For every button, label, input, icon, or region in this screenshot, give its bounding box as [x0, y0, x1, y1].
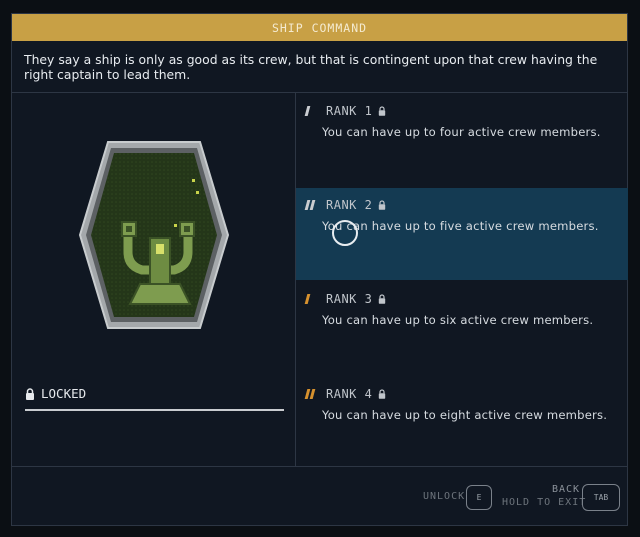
rank-row-3[interactable]: RANK 3 You can have up to six active cre… — [296, 282, 628, 374]
rank-label: RANK 3 — [326, 292, 373, 306]
rank-description: You can have up to six active crew membe… — [322, 313, 594, 327]
lock-icon — [379, 389, 386, 399]
rank-pips-4 — [304, 389, 320, 399]
rank-pips-3 — [304, 294, 320, 304]
skill-description: They say a ship is only as good as its c… — [24, 52, 598, 82]
lock-icon — [379, 106, 386, 116]
rank-label: RANK 4 — [326, 387, 373, 401]
lock-icon — [26, 387, 34, 400]
lock-icon — [379, 200, 386, 210]
lock-icon — [379, 294, 386, 304]
rank-row-1[interactable]: RANK 1 You can have up to four active cr… — [296, 94, 628, 186]
rank-description: You can have up to four active crew memb… — [322, 125, 601, 139]
locked-label: LOCKED — [41, 386, 87, 401]
skill-panel: SHIP COMMAND They say a ship is only as … — [11, 13, 628, 526]
exit-label: HOLD TO EXIT — [502, 497, 587, 508]
panel-title: SHIP COMMAND — [271, 20, 368, 35]
divider-top — [12, 92, 627, 93]
rank-pips-1 — [304, 106, 320, 116]
ship-command-badge — [78, 141, 230, 329]
rank-pips-2 — [304, 200, 320, 210]
locked-status: LOCKED — [25, 386, 86, 401]
cursor-reticle — [332, 220, 358, 246]
back-button[interactable]: TAB — [582, 484, 620, 511]
title-bar: SHIP COMMAND — [12, 14, 627, 41]
rank-row-4[interactable]: RANK 4 You can have up to eight active c… — [296, 377, 628, 469]
unlock-button[interactable]: E — [466, 485, 492, 510]
back-label: BACK — [552, 484, 581, 495]
unlock-label: UNLOCK — [423, 491, 466, 502]
unlock-key: E — [476, 493, 482, 502]
rank-label: RANK 2 — [326, 198, 373, 212]
rank-label: RANK 1 — [326, 104, 373, 118]
progress-line — [25, 409, 284, 411]
rank-description: You can have up to five active crew memb… — [322, 219, 599, 233]
rank-description: You can have up to eight active crew mem… — [322, 408, 608, 422]
back-key: TAB — [593, 493, 609, 502]
